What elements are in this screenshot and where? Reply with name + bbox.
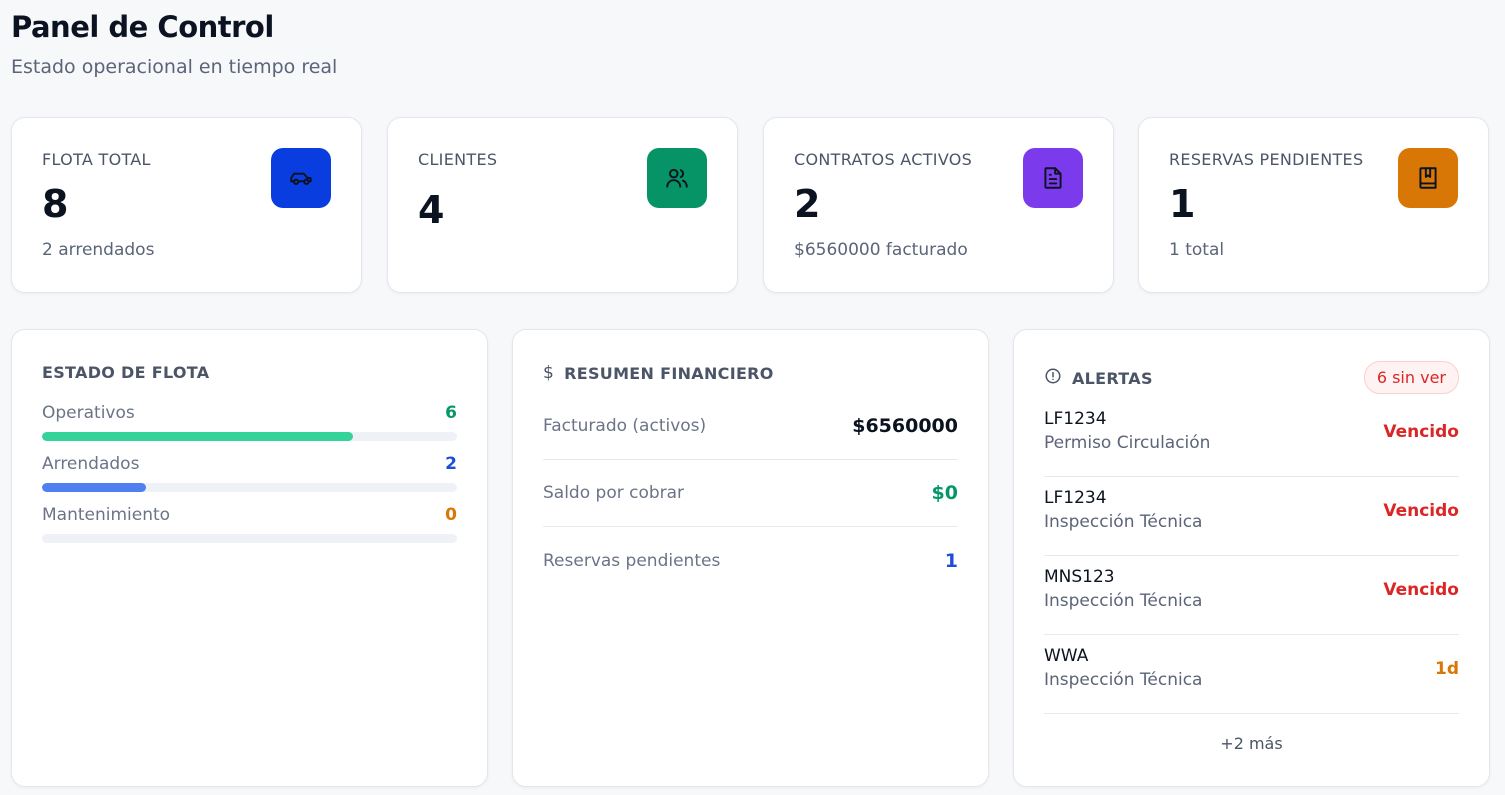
stat-label: CONTRATOS ACTIVOS	[794, 150, 973, 169]
finance-row: Facturado (activos) $6560000	[543, 393, 958, 460]
financial-summary-panel: $ RESUMEN FINANCIERO Facturado (activos)…	[512, 329, 989, 787]
finance-value: 1	[944, 549, 958, 572]
panel-title: $ RESUMEN FINANCIERO	[543, 363, 774, 383]
document-icon	[1023, 148, 1083, 208]
alert-status: Vencido	[1383, 422, 1459, 442]
alert-desc: Inspección Técnica	[1044, 670, 1203, 690]
users-icon	[647, 148, 707, 208]
finance-row: Saldo por cobrar $0	[543, 460, 958, 527]
progress-fill	[42, 483, 146, 492]
fleet-row-mantenimiento: Mantenimiento 0	[42, 505, 457, 543]
alert-desc: Permiso Circulación	[1044, 433, 1211, 453]
alert-item[interactable]: LF1234 Permiso Circulación Vencido	[1044, 398, 1459, 477]
alert-desc: Inspección Técnica	[1044, 512, 1203, 532]
stat-value: 2	[794, 182, 821, 226]
stat-sub: 1 total	[1169, 240, 1225, 260]
alert-item[interactable]: LF1234 Inspección Técnica Vencido	[1044, 477, 1459, 556]
stat-label: CLIENTES	[418, 150, 498, 169]
fleet-row-count: 0	[445, 505, 457, 525]
alert-code: LF1234	[1044, 488, 1107, 508]
finance-value: $6560000	[852, 415, 958, 437]
alert-item[interactable]: MNS123 Inspección Técnica Vencido	[1044, 556, 1459, 635]
progress-fill	[42, 432, 354, 441]
alerts-panel: ALERTAS 6 sin ver LF1234 Permiso Circula…	[1013, 329, 1490, 787]
finance-label: Reservas pendientes	[543, 550, 721, 571]
fleet-row-label: Mantenimiento	[42, 505, 171, 525]
progress-track	[42, 483, 457, 492]
stat-value: 8	[42, 182, 69, 226]
stat-value: 1	[1169, 182, 1196, 226]
panel-title-text: RESUMEN FINANCIERO	[564, 363, 774, 383]
alert-code: WWA	[1044, 646, 1089, 666]
stat-card-contracts[interactable]: CONTRATOS ACTIVOS 2 $6560000 facturado	[763, 117, 1114, 293]
panel-title-text: ALERTAS	[1072, 368, 1153, 388]
panel-title: ESTADO DE FLOTA	[42, 363, 210, 382]
finance-row: Reservas pendientes 1	[543, 527, 958, 594]
unseen-badge[interactable]: 6 sin ver	[1363, 361, 1459, 394]
fleet-row-count: 2	[445, 454, 457, 474]
fleet-status-panel: ESTADO DE FLOTA Operativos 6 Arrendados …	[11, 329, 488, 787]
stat-value: 4	[418, 188, 445, 232]
stat-sub: $6560000 facturado	[794, 240, 968, 260]
fleet-row-label: Arrendados	[42, 454, 140, 474]
show-more-link[interactable]: +2 más	[1014, 734, 1489, 753]
page-subtitle: Estado operacional en tiempo real	[11, 56, 338, 78]
alert-status: 1d	[1435, 659, 1459, 679]
alert-code: MNS123	[1044, 567, 1115, 587]
fleet-row-operativos: Operativos 6	[42, 403, 457, 441]
finance-value: $0	[931, 482, 958, 504]
alert-circle-icon	[1044, 367, 1062, 389]
finance-label: Facturado (activos)	[543, 416, 707, 436]
progress-track	[42, 534, 457, 543]
stat-card-fleet[interactable]: FLOTA TOTAL 8 2 arrendados	[11, 117, 362, 293]
alert-status: Vencido	[1383, 501, 1459, 521]
page-header: Panel de Control Estado operacional en t…	[11, 10, 337, 78]
finance-label: Saldo por cobrar	[543, 483, 685, 503]
fleet-row-label: Operativos	[42, 403, 135, 423]
alert-status: Vencido	[1383, 580, 1459, 600]
stat-label: FLOTA TOTAL	[42, 150, 151, 169]
dollar-icon: $	[543, 363, 555, 383]
bookmark-book-icon	[1398, 148, 1458, 208]
alert-code: LF1234	[1044, 409, 1107, 429]
stat-card-reservations[interactable]: RESERVAS PENDIENTES 1 1 total	[1138, 117, 1489, 293]
stat-card-clients[interactable]: CLIENTES 4	[387, 117, 738, 293]
alert-item[interactable]: WWA Inspección Técnica 1d	[1044, 635, 1459, 714]
panel-title: ALERTAS	[1044, 367, 1153, 389]
alert-desc: Inspección Técnica	[1044, 591, 1203, 611]
fleet-row-arrendados: Arrendados 2	[42, 454, 457, 492]
fleet-row-count: 6	[445, 403, 457, 423]
stat-label: RESERVAS PENDIENTES	[1169, 150, 1364, 169]
page-title: Panel de Control	[11, 10, 274, 44]
car-icon	[271, 148, 331, 208]
progress-track	[42, 432, 457, 441]
stat-sub: 2 arrendados	[42, 240, 155, 260]
